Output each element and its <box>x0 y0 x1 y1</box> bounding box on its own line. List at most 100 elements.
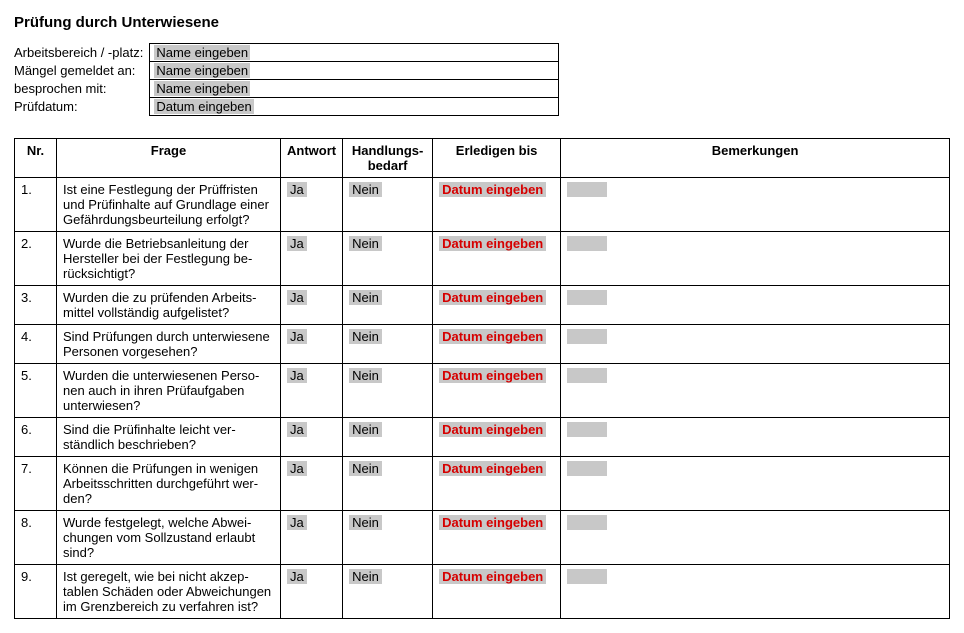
handlungsbedarf-value: Nein <box>349 329 382 344</box>
bemerkungen-placeholder <box>567 569 607 584</box>
cell-handlungsbedarf[interactable]: Nein <box>343 232 433 286</box>
erledigen-placeholder: Datum eingeben <box>439 290 546 305</box>
cell-antwort[interactable]: Ja <box>281 178 343 232</box>
cell-bemerkungen[interactable] <box>561 325 950 364</box>
col-bemerkungen: Bemerkungen <box>561 139 950 178</box>
cell-nr: 2. <box>15 232 57 286</box>
antwort-value: Ja <box>287 329 307 344</box>
table-row: 6.Sind die Prüfinhalte leicht ver­ständl… <box>15 418 950 457</box>
cell-frage: Wurde festgelegt, welche Abwei­chungen v… <box>57 511 281 565</box>
cell-nr: 8. <box>15 511 57 565</box>
cell-antwort[interactable]: Ja <box>281 232 343 286</box>
cell-frage: Wurden die unterwiesenen Perso­nen auch … <box>57 364 281 418</box>
erledigen-placeholder: Datum eingeben <box>439 569 546 584</box>
cell-erledigen[interactable]: Datum eingeben <box>433 178 561 232</box>
cell-handlungsbedarf[interactable]: Nein <box>343 511 433 565</box>
cell-erledigen[interactable]: Datum eingeben <box>433 457 561 511</box>
cell-handlungsbedarf[interactable]: Nein <box>343 325 433 364</box>
antwort-value: Ja <box>287 422 307 437</box>
page-title: Prüfung durch Unterwiesene <box>14 14 950 31</box>
erledigen-placeholder: Datum eingeben <box>439 182 546 197</box>
cell-frage: Können die Prüfungen in wenigen Arbeitss… <box>57 457 281 511</box>
cell-handlungsbedarf[interactable]: Nein <box>343 565 433 619</box>
cell-nr: 5. <box>15 364 57 418</box>
cell-bemerkungen[interactable] <box>561 364 950 418</box>
meta-label: Arbeitsbereich / -platz: <box>14 44 150 62</box>
cell-bemerkungen[interactable] <box>561 511 950 565</box>
col-frage: Frage <box>57 139 281 178</box>
cell-frage: Wurden die zu prüfenden Arbeits­mittel v… <box>57 286 281 325</box>
cell-erledigen[interactable]: Datum eingeben <box>433 565 561 619</box>
cell-antwort[interactable]: Ja <box>281 325 343 364</box>
handlungsbedarf-value: Nein <box>349 515 382 530</box>
header-row: Nr. Frage Antwort Handlungs-bedarf Erled… <box>15 139 950 178</box>
cell-nr: 1. <box>15 178 57 232</box>
cell-antwort[interactable]: Ja <box>281 286 343 325</box>
col-erledigen: Erledigen bis <box>433 139 561 178</box>
table-row: 5.Wurden die unterwiesenen Perso­nen auc… <box>15 364 950 418</box>
handlungsbedarf-value: Nein <box>349 569 382 584</box>
cell-frage: Sind die Prüfinhalte leicht ver­ständlic… <box>57 418 281 457</box>
table-row: 8.Wurde festgelegt, welche Abwei­chungen… <box>15 511 950 565</box>
erledigen-placeholder: Datum eingeben <box>439 515 546 530</box>
meta-label: besprochen mit: <box>14 80 150 98</box>
cell-nr: 3. <box>15 286 57 325</box>
meta-label: Mängel gemeldet an: <box>14 62 150 80</box>
cell-bemerkungen[interactable] <box>561 178 950 232</box>
cell-bemerkungen[interactable] <box>561 418 950 457</box>
col-handlung: Handlungs-bedarf <box>343 139 433 178</box>
cell-handlungsbedarf[interactable]: Nein <box>343 178 433 232</box>
erledigen-placeholder: Datum eingeben <box>439 368 546 383</box>
cell-handlungsbedarf[interactable]: Nein <box>343 364 433 418</box>
cell-erledigen[interactable]: Datum eingeben <box>433 364 561 418</box>
meta-row: Arbeitsbereich / -platz: Name eingeben <box>14 44 559 62</box>
meta-row: Prüfdatum:Datum eingeben <box>14 98 559 116</box>
cell-bemerkungen[interactable] <box>561 286 950 325</box>
bemerkungen-placeholder <box>567 290 607 305</box>
erledigen-placeholder: Datum eingeben <box>439 461 546 476</box>
cell-bemerkungen[interactable] <box>561 457 950 511</box>
bemerkungen-placeholder <box>567 182 607 197</box>
handlungsbedarf-value: Nein <box>349 182 382 197</box>
cell-erledigen[interactable]: Datum eingeben <box>433 418 561 457</box>
cell-handlungsbedarf[interactable]: Nein <box>343 457 433 511</box>
antwort-value: Ja <box>287 182 307 197</box>
meta-row: besprochen mit:Name eingeben <box>14 80 559 98</box>
erledigen-placeholder: Datum eingeben <box>439 329 546 344</box>
table-row: 2.Wurde die Betriebsanleitung der Herste… <box>15 232 950 286</box>
cell-bemerkungen[interactable] <box>561 232 950 286</box>
meta-field[interactable]: Name eingeben <box>150 80 559 98</box>
bemerkungen-placeholder <box>567 329 607 344</box>
bemerkungen-placeholder <box>567 515 607 530</box>
cell-nr: 6. <box>15 418 57 457</box>
erledigen-placeholder: Datum eingeben <box>439 236 546 251</box>
meta-row: Mängel gemeldet an:Name eingeben <box>14 62 559 80</box>
antwort-value: Ja <box>287 569 307 584</box>
table-row: 3.Wurden die zu prüfenden Arbeits­mittel… <box>15 286 950 325</box>
cell-antwort[interactable]: Ja <box>281 364 343 418</box>
cell-antwort[interactable]: Ja <box>281 457 343 511</box>
cell-frage: Ist geregelt, wie bei nicht akzep­tablen… <box>57 565 281 619</box>
cell-handlungsbedarf[interactable]: Nein <box>343 418 433 457</box>
cell-erledigen[interactable]: Datum eingeben <box>433 511 561 565</box>
cell-antwort[interactable]: Ja <box>281 418 343 457</box>
cell-erledigen[interactable]: Datum eingeben <box>433 286 561 325</box>
meta-field[interactable]: Name eingeben <box>150 44 559 62</box>
meta-field[interactable]: Name eingeben <box>150 62 559 80</box>
meta-placeholder: Name eingeben <box>154 45 250 60</box>
meta-field[interactable]: Datum eingeben <box>150 98 559 116</box>
cell-handlungsbedarf[interactable]: Nein <box>343 286 433 325</box>
cell-erledigen[interactable]: Datum eingeben <box>433 325 561 364</box>
cell-erledigen[interactable]: Datum eingeben <box>433 232 561 286</box>
cell-nr: 4. <box>15 325 57 364</box>
cell-antwort[interactable]: Ja <box>281 511 343 565</box>
bemerkungen-placeholder <box>567 422 607 437</box>
table-row: 4.Sind Prüfungen durch unterwiese­ne Per… <box>15 325 950 364</box>
handlungsbedarf-value: Nein <box>349 236 382 251</box>
cell-bemerkungen[interactable] <box>561 565 950 619</box>
meta-placeholder: Datum eingeben <box>154 99 253 114</box>
table-row: 1.Ist eine Festlegung der Prüffristen un… <box>15 178 950 232</box>
table-row: 7.Können die Prüfungen in wenigen Arbeit… <box>15 457 950 511</box>
cell-antwort[interactable]: Ja <box>281 565 343 619</box>
handlungsbedarf-value: Nein <box>349 290 382 305</box>
